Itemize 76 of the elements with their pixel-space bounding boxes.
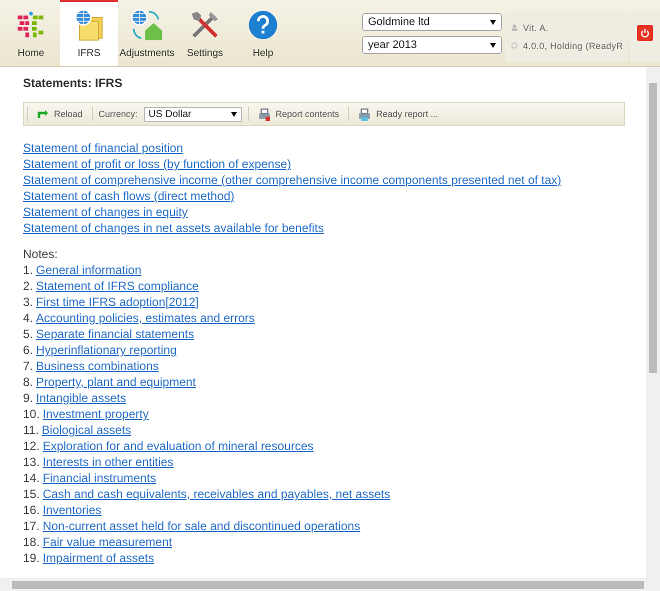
page-title: Statements: IFRS [23,76,124,90]
note-number: 10. [23,407,40,421]
note-number: 2. [23,279,34,293]
caret-icon [490,20,496,24]
note-link[interactable]: Impairment of assets [42,551,158,565]
note-link[interactable]: Hyperinflationary reporting [36,343,181,357]
currency-label: Currency: [98,109,138,119]
note-number: 12. [23,439,40,453]
nav-tab[interactable]: Help [234,0,292,66]
note-link[interactable]: Non-current asset held for sale and discontinued operations [42,519,364,533]
note-number: 9. [23,391,34,405]
note-link[interactable]: Investment property [42,407,153,421]
caret-icon [230,112,237,116]
note-number: 5. [23,327,34,341]
note-link[interactable]: Interests in other entities [42,455,178,469]
note-link[interactable]: Statement of IFRS compliance [36,279,203,293]
printer-icon [258,108,271,120]
note-number: 17. [23,519,40,533]
version-info: 4.0.0, Holding (ReadyR [523,40,624,50]
note-link[interactable]: First time IFRS adoption[2012] [36,295,203,309]
note-link[interactable]: Property, plant and equipment [36,375,200,389]
note-link[interactable]: Cash and cash equivalents, receivables and payables, net assets [42,487,394,501]
nav-tab[interactable]: Home [2,0,60,66]
note-number: 13. [23,455,40,469]
statement-link[interactable]: Statement of profit or loss (by function of expense) [23,157,296,171]
note-link[interactable]: Intangible assets [36,391,130,405]
power-button[interactable] [637,25,653,41]
caret-icon [490,42,496,48]
note-number: 7. [23,359,34,373]
year-select[interactable]: year 2013 [362,36,502,54]
reload-icon [37,108,49,120]
note-number: 1. [23,263,34,277]
note-link[interactable]: Inventories [42,503,106,517]
note-link[interactable]: Accounting policies, estimates and errors [36,311,259,325]
vertical-scrollbar[interactable] [646,67,660,578]
scrollbar-thumb[interactable] [649,83,657,373]
help-icon [246,8,280,42]
note-number: 6. [23,343,34,357]
printer-icon [358,108,372,120]
note-link[interactable]: Exploration for and evaluation of mineral resources [42,439,318,453]
statement-link[interactable]: Statement of changes in net assets available for benefits [23,221,328,235]
nav-tab[interactable]: Adjustments [118,0,176,66]
scrollbar-thumb[interactable] [12,581,644,589]
ready-report-button[interactable]: Ready report ... [355,108,442,120]
note-number: 3. [23,295,34,309]
company-select[interactable]: Goldmine ltd [362,13,502,31]
power-icon [640,28,650,38]
user-icon [511,24,518,31]
notes-label: Notes: [23,246,59,262]
note-number: 14. [23,471,40,485]
note-link[interactable]: Separate financial statements [36,327,198,341]
reload-button[interactable]: Reload [34,108,86,120]
report-contents-button[interactable]: Report contents [254,108,342,120]
statement-link[interactable]: Statement of financial position [23,141,188,155]
user-name: Vit. A. [523,22,548,32]
currency-select[interactable]: US Dollar [144,106,242,122]
statement-link[interactable]: Statement of cash flows (direct method) [23,189,238,203]
note-number: 8. [23,375,34,389]
statement-link[interactable]: Statement of comprehensive income (other comprehensive income components presented net of tax) [23,173,566,187]
nav-tab[interactable]: Settings [176,0,234,66]
gear-icon [511,42,518,49]
note-number: 16. [23,503,40,517]
note-link[interactable]: Biological assets [42,423,136,437]
note-number: 11. [23,423,39,437]
note-link[interactable]: Financial instruments [42,471,160,485]
globe-house-icon [130,8,164,42]
note-number: 15. [23,487,40,501]
note-number: 18. [23,535,40,549]
note-number: 4. [23,311,34,325]
horizontal-scrollbar[interactable] [0,578,660,591]
note-number: 19. [23,551,40,565]
note-link[interactable]: Fair value measurement [42,535,176,549]
note-link[interactable]: Business combinations [36,359,163,373]
statement-link[interactable]: Statement of changes in equity [23,205,192,219]
note-link[interactable]: General information [36,263,146,277]
nav-tab[interactable]: IFRS [60,0,118,66]
